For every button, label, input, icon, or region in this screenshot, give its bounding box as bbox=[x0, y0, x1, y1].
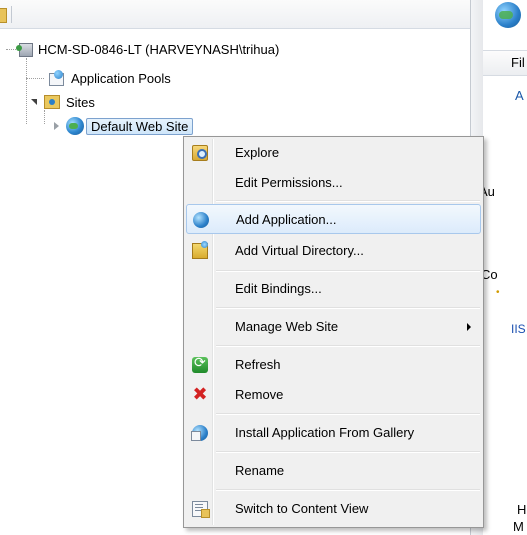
tree-line bbox=[26, 78, 44, 79]
menu-item-label: Add Virtual Directory... bbox=[235, 243, 364, 258]
website-globe-icon bbox=[66, 117, 84, 135]
bullet-icon: • bbox=[496, 287, 500, 298]
menu-item-edit-bindings[interactable]: Edit Bindings... bbox=[186, 274, 481, 304]
menu-item-refresh[interactable]: Refresh bbox=[186, 350, 481, 380]
feature-item-h[interactable]: H bbox=[517, 502, 526, 517]
menu-separator bbox=[216, 345, 480, 347]
feature-item-authentication[interactable]: Au bbox=[483, 184, 495, 199]
menu-item-explore[interactable]: Explore bbox=[186, 138, 481, 168]
gallery-icon bbox=[191, 425, 208, 441]
expand-arrow-icon[interactable] bbox=[52, 121, 61, 131]
globe-icon bbox=[495, 2, 521, 28]
tree-node-application-pools[interactable]: Application Pools bbox=[47, 68, 174, 88]
tree-node-server[interactable]: HCM-SD-0846-LT (HARVEYNASH\trihua) bbox=[16, 39, 282, 59]
menu-item-add-application[interactable]: Add Application... bbox=[186, 204, 481, 234]
context-menu: Explore Edit Permissions... Add Applicat… bbox=[183, 136, 484, 528]
add-application-icon bbox=[193, 210, 209, 228]
menu-item-label: Edit Permissions... bbox=[235, 175, 343, 190]
add-virtual-directory-icon bbox=[192, 241, 208, 259]
menu-item-label: Edit Bindings... bbox=[235, 281, 322, 296]
menu-item-label: Rename bbox=[235, 463, 285, 478]
menu-item-label: Explore bbox=[235, 145, 280, 160]
tree-toolbar bbox=[0, 0, 470, 29]
menu-separator bbox=[216, 413, 480, 415]
menu-item-add-virtual-directory[interactable]: Add Virtual Directory... bbox=[186, 236, 481, 266]
menu-item-switch-to-content-view[interactable]: Switch to Content View bbox=[186, 494, 481, 524]
tree-node-sites[interactable]: Sites bbox=[30, 92, 98, 112]
menu-separator bbox=[216, 451, 480, 453]
application-pools-label: Application Pools bbox=[71, 70, 171, 86]
submenu-arrow-icon bbox=[467, 323, 471, 331]
menu-item-label: Remove bbox=[235, 387, 284, 402]
content-view-icon bbox=[192, 501, 210, 518]
refresh-icon bbox=[192, 355, 208, 373]
tree-line bbox=[26, 58, 27, 124]
features-pane: Fil A Au Co • IIS H M bbox=[483, 0, 527, 535]
menu-item-label: Add Application... bbox=[236, 212, 337, 227]
tree-line bbox=[44, 110, 45, 124]
default-web-site-label: Default Web Site bbox=[86, 117, 194, 135]
feature-group-link[interactable]: A bbox=[515, 88, 524, 103]
folder-icon[interactable] bbox=[0, 8, 7, 23]
menu-item-label: Switch to Content View bbox=[235, 501, 369, 516]
menu-item-rename[interactable]: Rename bbox=[186, 456, 481, 486]
tree-line bbox=[6, 49, 16, 50]
feature-item-m[interactable]: M bbox=[513, 519, 524, 534]
menu-item-label: Refresh bbox=[235, 357, 281, 372]
tree-node-default-web-site[interactable]: Default Web Site bbox=[52, 116, 194, 136]
filter-label[interactable]: Fil bbox=[511, 55, 525, 70]
menu-separator bbox=[216, 270, 480, 272]
menu-item-label: Manage Web Site bbox=[235, 319, 339, 334]
expand-collapse-icon[interactable] bbox=[30, 98, 39, 107]
server-icon bbox=[16, 42, 33, 57]
application-pools-icon bbox=[47, 70, 65, 86]
sites-folder-icon bbox=[44, 95, 60, 109]
menu-item-edit-permissions[interactable]: Edit Permissions... bbox=[186, 168, 481, 198]
menu-separator bbox=[216, 200, 480, 202]
iis-link[interactable]: IIS bbox=[511, 322, 526, 336]
toolbar-separator bbox=[11, 6, 12, 23]
remove-icon: ✖ bbox=[192, 384, 208, 405]
sites-label: Sites bbox=[66, 94, 95, 110]
menu-item-remove[interactable]: ✖ Remove bbox=[186, 380, 481, 410]
menu-item-manage-web-site[interactable]: Manage Web Site bbox=[186, 312, 481, 342]
menu-separator bbox=[216, 307, 480, 309]
menu-item-install-from-gallery[interactable]: Install Application From Gallery bbox=[186, 418, 481, 448]
menu-separator bbox=[216, 489, 480, 491]
explore-icon bbox=[192, 145, 208, 161]
server-label: HCM-SD-0846-LT (HARVEYNASH\trihua) bbox=[38, 41, 280, 57]
menu-item-label: Install Application From Gallery bbox=[235, 425, 415, 440]
feature-item-co[interactable]: Co bbox=[483, 267, 498, 282]
